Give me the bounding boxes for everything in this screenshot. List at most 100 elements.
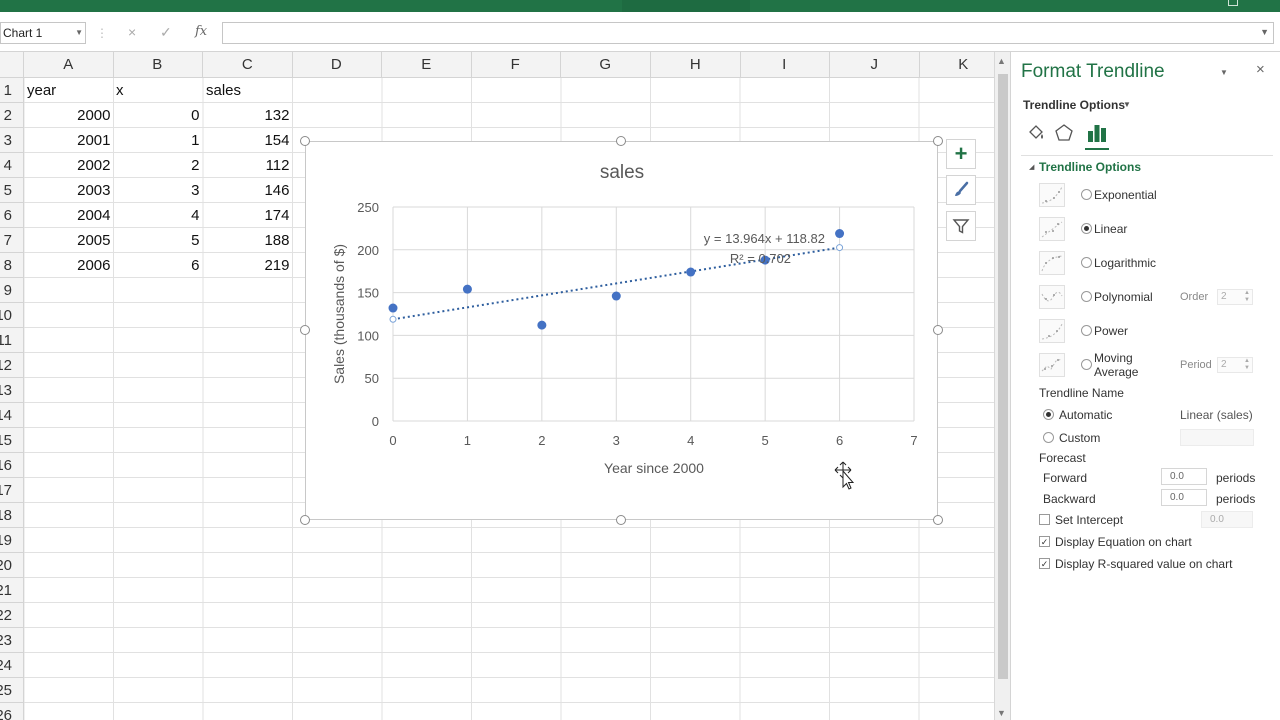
cell[interactable]: 2 [113, 153, 203, 178]
resize-handle-bottom-left[interactable] [300, 515, 310, 525]
row-header[interactable]: 8 [0, 253, 23, 278]
resize-handle-bottom[interactable] [616, 515, 626, 525]
section-heading[interactable]: Trendline Options [1039, 160, 1141, 174]
column-header[interactable]: K [919, 52, 994, 78]
radio-linear[interactable] [1081, 223, 1092, 234]
row-header[interactable]: 7 [0, 228, 23, 253]
row-header[interactable]: 11 [0, 328, 23, 353]
row-header[interactable]: 23 [0, 628, 23, 653]
cell[interactable]: 146 [203, 178, 293, 203]
column-header[interactable]: A [24, 52, 114, 78]
cell[interactable]: 2001 [24, 128, 114, 153]
cell[interactable]: x [113, 78, 203, 103]
option-moving-average[interactable]: Moving Average Period 2 ▲ ▼ [1039, 350, 1271, 382]
collapse-arrow-icon[interactable]: ◢ [1029, 163, 1034, 171]
option-logarithmic[interactable]: Logarithmic [1039, 248, 1271, 280]
row-header[interactable]: 12 [0, 353, 23, 378]
row-header[interactable]: 17 [0, 478, 23, 503]
column-header[interactable]: J [830, 52, 920, 78]
cell[interactable]: 174 [203, 203, 293, 228]
row-header[interactable]: 14 [0, 403, 23, 428]
row-header[interactable]: 1 [0, 78, 23, 103]
cell[interactable]: year [24, 78, 114, 103]
cell[interactable]: 2002 [24, 153, 114, 178]
radio-logarithmic[interactable] [1081, 257, 1092, 268]
vertical-scrollbar[interactable]: ▲ ▼ [994, 52, 1010, 720]
option-power[interactable]: Power [1039, 316, 1271, 348]
radio-moving-average[interactable] [1081, 359, 1092, 370]
intercept-input[interactable]: 0.0 [1201, 511, 1253, 528]
scroll-up-icon[interactable]: ▲ [997, 56, 1006, 66]
row-header[interactable]: 26 [0, 703, 23, 720]
select-all-corner[interactable] [0, 52, 24, 78]
row-header[interactable]: 9 [0, 278, 23, 303]
forward-input[interactable]: 0.0 [1161, 468, 1207, 485]
row-header[interactable]: 2 [0, 103, 23, 128]
resize-handle-right[interactable] [933, 325, 943, 335]
resize-handle-top[interactable] [616, 136, 626, 146]
cell[interactable]: 2006 [24, 253, 114, 278]
option-polynomial[interactable]: Polynomial Order 2 ▲ ▼ [1039, 282, 1271, 314]
formula-input[interactable]: ▼ [222, 22, 1274, 44]
insert-function-button[interactable]: fx [195, 25, 207, 39]
row-header[interactable]: 15 [0, 428, 23, 453]
chart-filters-button[interactable] [946, 211, 976, 241]
cell[interactable]: 188 [203, 228, 293, 253]
cell[interactable]: 4 [113, 203, 203, 228]
share-icon[interactable] [1228, 0, 1238, 6]
custom-name-input[interactable] [1180, 429, 1254, 446]
row-header[interactable]: 19 [0, 528, 23, 553]
row-header[interactable]: 6 [0, 203, 23, 228]
cell[interactable]: sales [203, 78, 293, 103]
expand-formula-icon[interactable]: ▼ [1260, 27, 1269, 37]
row-header[interactable]: 10 [0, 303, 23, 328]
row-header[interactable]: 13 [0, 378, 23, 403]
cell[interactable]: 112 [203, 153, 293, 178]
cancel-entry-button[interactable]: × [128, 25, 136, 39]
scroll-down-icon[interactable]: ▼ [997, 708, 1006, 718]
cell[interactable]: 3 [113, 178, 203, 203]
cell[interactable]: 6 [113, 253, 203, 278]
period-stepper[interactable]: 2 ▲ ▼ [1217, 357, 1253, 373]
stepper-arrows-icon[interactable]: ▲ ▼ [1244, 290, 1250, 304]
chart-styles-button[interactable] [946, 175, 976, 205]
cell[interactable]: 2005 [24, 228, 114, 253]
order-stepper[interactable]: 2 ▲ ▼ [1217, 289, 1253, 305]
column-header[interactable]: F [471, 52, 561, 78]
column-header[interactable]: E [382, 52, 472, 78]
option-exponential[interactable]: Exponential [1039, 180, 1271, 212]
option-linear[interactable]: Linear [1039, 214, 1271, 246]
row-header[interactable]: 24 [0, 653, 23, 678]
radio-custom[interactable] [1043, 432, 1054, 443]
scroll-thumb[interactable] [998, 74, 1008, 679]
row-header[interactable]: 20 [0, 553, 23, 578]
stepper-arrows-icon[interactable]: ▲ ▼ [1244, 358, 1250, 372]
cell[interactable]: 0 [113, 103, 203, 128]
cell[interactable]: 2003 [24, 178, 114, 203]
row-header[interactable]: 3 [0, 128, 23, 153]
column-header[interactable]: I [740, 52, 830, 78]
column-header[interactable]: C [203, 52, 293, 78]
radio-automatic[interactable] [1043, 409, 1054, 420]
column-header[interactable]: D [292, 52, 382, 78]
chart-elements-button[interactable]: + [946, 139, 976, 169]
radio-power[interactable] [1081, 325, 1092, 336]
cell[interactable]: 154 [203, 128, 293, 153]
row-header[interactable]: 5 [0, 178, 23, 203]
cell[interactable]: 219 [203, 253, 293, 278]
close-icon[interactable]: × [1256, 61, 1265, 78]
chevron-down-icon[interactable]: ▼ [1123, 100, 1131, 109]
chevron-down-icon[interactable]: ▼ [75, 23, 83, 43]
row-header[interactable]: 4 [0, 153, 23, 178]
resize-handle-top-left[interactable] [300, 136, 310, 146]
cell[interactable]: 2004 [24, 203, 114, 228]
row-header[interactable]: 18 [0, 503, 23, 528]
fill-line-tab[interactable] [1025, 122, 1047, 144]
column-header[interactable]: H [651, 52, 741, 78]
row-header[interactable]: 16 [0, 453, 23, 478]
chevron-down-icon[interactable]: ▼ [1220, 68, 1228, 77]
row-header[interactable]: 25 [0, 678, 23, 703]
display-r-squared-checkbox[interactable]: ✓ [1039, 558, 1050, 569]
backward-input[interactable]: 0.0 [1161, 489, 1207, 506]
name-box[interactable]: Chart 1 ▼ [0, 22, 86, 44]
